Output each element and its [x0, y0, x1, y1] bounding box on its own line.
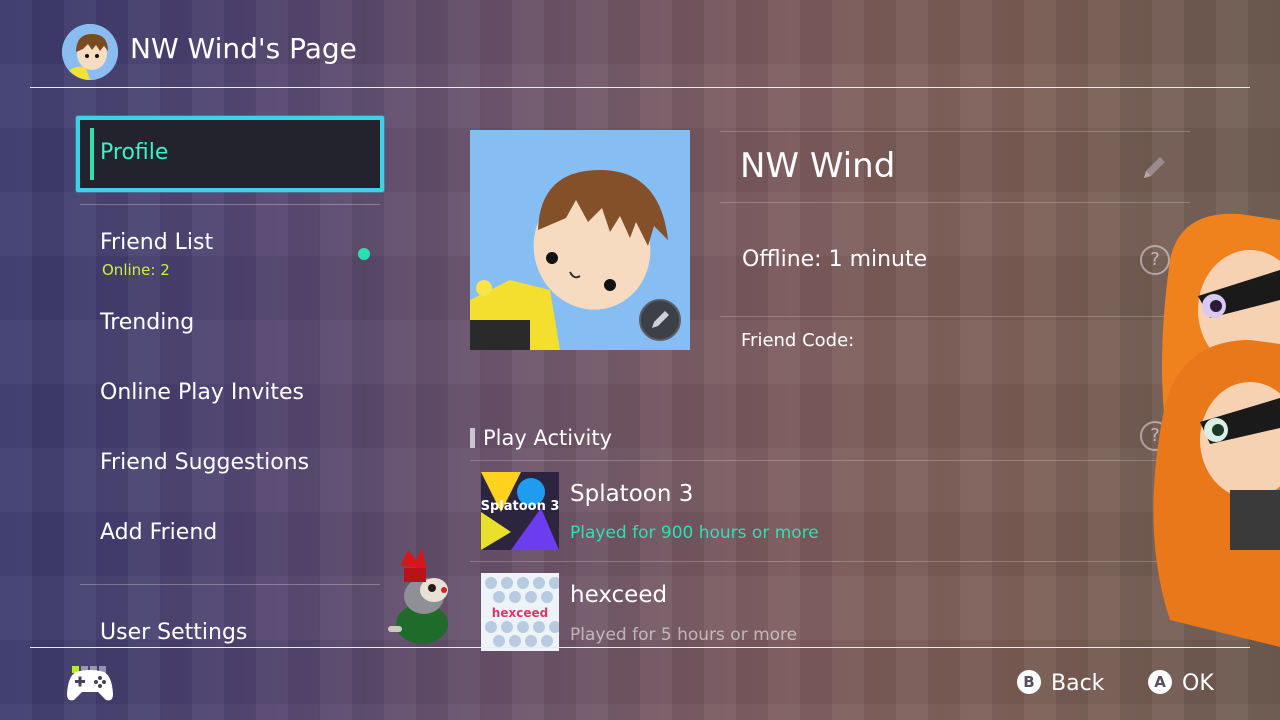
inkling-characters-icon: [1153, 213, 1280, 647]
ok-label: OK: [1182, 671, 1214, 696]
sidebar-item-friend-list[interactable]: Friend List: [100, 230, 213, 255]
selection-accent: [90, 128, 94, 180]
online-count: Online: 2: [102, 261, 170, 279]
svg-text:Splatoon 3: Splatoon 3: [481, 499, 559, 514]
splatoon-3-thumbnail[interactable]: Splatoon 3: [481, 472, 559, 550]
play-activity-title: Play Activity: [483, 426, 613, 450]
game-title: Splatoon 3: [570, 481, 694, 507]
pencil-icon: [652, 311, 669, 328]
sidebar: Profile Friend List Online: 2 Trending O…: [0, 88, 448, 647]
sidebar-divider: [80, 204, 380, 205]
info-divider: [720, 131, 1190, 132]
mascot-character-icon: [388, 548, 448, 644]
sidebar-divider: [80, 584, 380, 585]
notification-dot-icon: [358, 248, 370, 260]
info-divider: [720, 316, 1190, 317]
sidebar-item-online-play-invites[interactable]: Online Play Invites: [100, 380, 304, 405]
b-button-icon: B: [1017, 670, 1041, 694]
activity-divider: [470, 460, 1190, 461]
sidebar-item-trending[interactable]: Trending: [100, 310, 194, 335]
user-avatar-icon: [62, 24, 118, 80]
a-button-icon: A: [1148, 670, 1172, 694]
online-status: Offline: 1 minute: [742, 247, 928, 272]
edit-name-pencil-icon[interactable]: [1140, 152, 1170, 182]
back-button[interactable]: B Back: [1017, 670, 1104, 696]
svg-text:hexceed: hexceed: [492, 606, 548, 620]
controller-icon: [67, 670, 113, 701]
game-title: hexceed: [570, 582, 668, 608]
play-time: Played for 5 hours or more: [570, 625, 798, 645]
sidebar-item-profile[interactable]: Profile: [76, 116, 384, 192]
back-label: Back: [1051, 671, 1105, 696]
info-divider: [720, 202, 1190, 203]
avatar-edit-button[interactable]: [639, 299, 681, 341]
sidebar-item-add-friend[interactable]: Add Friend: [100, 520, 217, 545]
header: NW Wind's Page: [0, 0, 1280, 88]
ok-button[interactable]: A OK: [1148, 670, 1214, 696]
sidebar-item-user-settings[interactable]: User Settings: [100, 620, 247, 645]
sidebar-item-label: Profile: [100, 140, 169, 165]
section-marker: [470, 428, 475, 448]
footer-divider: [30, 647, 1250, 648]
page-title: NW Wind's Page: [130, 32, 357, 65]
user-name: NW Wind: [740, 146, 896, 186]
play-time: Played for 900 hours or more: [570, 523, 819, 543]
activity-divider: [470, 561, 1190, 562]
friend-code-label: Friend Code:: [741, 330, 855, 351]
hexceed-thumbnail[interactable]: hexceed: [481, 573, 559, 651]
sidebar-item-friend-suggestions[interactable]: Friend Suggestions: [100, 450, 309, 475]
